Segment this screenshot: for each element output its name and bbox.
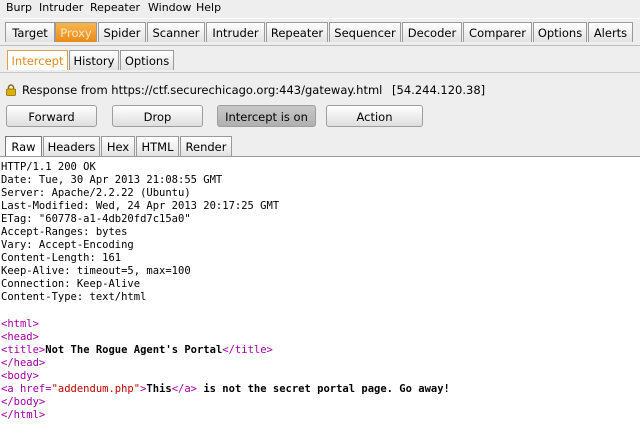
header-line: Last-Modified: Wed, 24 Apr 2013 20:17:25…	[1, 200, 280, 212]
tab-render[interactable]: Render	[180, 136, 232, 156]
intercept-toggle-button[interactable]: Intercept is on	[217, 105, 316, 127]
a-href-value: "addendum.php"	[51, 383, 141, 395]
menu-bar: Burp Intruder Repeater Window Help	[0, 0, 640, 18]
title-open-tag: <title>	[1, 344, 46, 356]
a-href-attr: href=	[19, 383, 52, 395]
menu-repeater[interactable]: Repeater	[90, 1, 140, 14]
tab-proxy-options[interactable]: Options	[120, 50, 174, 70]
tab-spider[interactable]: Spider	[98, 22, 146, 42]
html-close-tag: </html>	[1, 409, 46, 421]
tab-sequencer[interactable]: Sequencer	[329, 22, 401, 42]
tab-decoder[interactable]: Decoder	[402, 22, 462, 42]
menu-burp[interactable]: Burp	[6, 1, 32, 14]
forward-button[interactable]: Forward	[6, 105, 97, 127]
header-line: Content-Length: 161	[1, 252, 122, 264]
a-open-tag: <a	[1, 383, 20, 395]
drop-button[interactable]: Drop	[112, 105, 203, 127]
tab-intercept[interactable]: Intercept	[7, 50, 68, 70]
link-text: This	[146, 383, 172, 395]
menu-window[interactable]: Window	[148, 1, 191, 14]
a-close-tag: </a>	[171, 383, 198, 395]
proxy-tab-bar: Intercept History Options	[0, 46, 640, 72]
request-info: Response from https://ctf.securechicago.…	[6, 82, 485, 98]
header-line: Keep-Alive: timeout=5, max=100	[1, 265, 191, 277]
tab-hex[interactable]: Hex	[101, 136, 135, 156]
header-line: Content-Type: text/html	[1, 291, 147, 303]
tab-target[interactable]: Target	[5, 22, 55, 42]
link-line: <a href="addendum.php">This</a> is not t…	[1, 383, 450, 396]
raw-response-editor[interactable]: HTTP/1.1 200 OK Date: Tue, 30 Apr 2013 2…	[0, 156, 640, 435]
tab-proxy[interactable]: Proxy	[55, 22, 97, 42]
header-line: HTTP/1.1 200 OK	[1, 161, 96, 173]
head-close-tag: </head>	[1, 357, 46, 369]
tab-history[interactable]: History	[69, 50, 119, 70]
tab-headers[interactable]: Headers	[43, 136, 100, 156]
menu-help[interactable]: Help	[196, 1, 221, 14]
header-line: Date: Tue, 30 Apr 2013 21:08:55 GMT	[1, 174, 223, 186]
tab-raw[interactable]: Raw	[5, 136, 42, 156]
body-close-tag: </body>	[1, 396, 46, 408]
tab-repeater[interactable]: Repeater	[266, 22, 328, 42]
title-text: Not The Rogue Agent's Portal	[45, 344, 223, 356]
action-button[interactable]: Action	[326, 105, 423, 127]
menu-intruder[interactable]: Intruder	[39, 1, 83, 14]
main-tab-bar: Target Proxy Spider Scanner Intruder Rep…	[0, 19, 640, 46]
tab-scanner[interactable]: Scanner	[147, 22, 205, 42]
title-close-tag: </title>	[222, 344, 273, 356]
tab-comparer[interactable]: Comparer	[463, 22, 532, 42]
header-line: Connection: Keep-Alive	[1, 278, 141, 290]
request-info-ip: [54.244.120.38]	[392, 83, 486, 97]
body-text: is not the secret portal page. Go away!	[197, 383, 450, 395]
tab-options[interactable]: Options	[533, 22, 587, 42]
html-open-tag: <html>	[1, 318, 39, 330]
lock-icon	[6, 84, 16, 96]
header-line: Server: Apache/2.2.22 (Ubuntu)	[1, 187, 191, 199]
tab-alerts[interactable]: Alerts	[588, 22, 633, 42]
tab-html[interactable]: HTML	[136, 136, 179, 156]
header-line: ETag: "60778-a1-4db20fd7c15a0"	[1, 213, 191, 225]
tab-intruder[interactable]: Intruder	[206, 22, 265, 42]
body-open-tag: <body>	[1, 370, 39, 382]
title-line: <title>Not The Rogue Agent's Portal</tit…	[1, 344, 273, 357]
header-line: Accept-Ranges: bytes	[1, 226, 128, 238]
head-open-tag: <head>	[1, 331, 39, 343]
header-line: Vary: Accept-Encoding	[1, 239, 134, 251]
request-info-text: Response from https://ctf.securechicago.…	[22, 83, 383, 97]
